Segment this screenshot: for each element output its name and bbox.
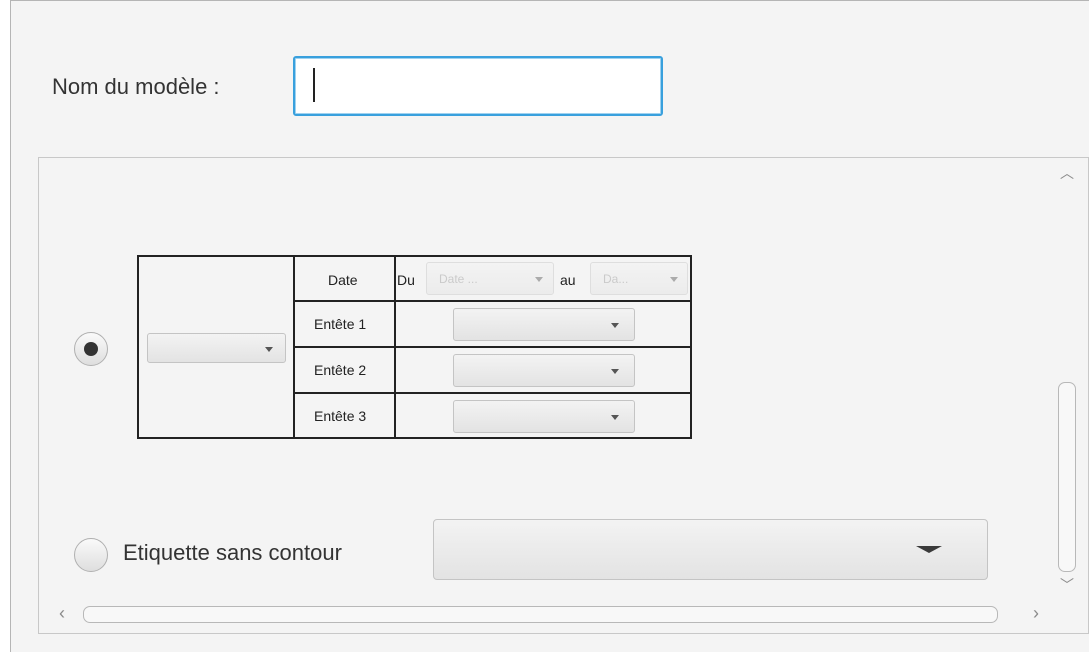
chevron-down-icon — [611, 415, 619, 420]
template-table: Date Du Date ... au Da... Entête 1 Entêt… — [137, 255, 692, 439]
chevron-down-icon — [916, 546, 942, 553]
row-header-1: Entête 1 — [314, 316, 367, 332]
date-to-placeholder: Da... — [603, 272, 629, 286]
scroll-up-icon[interactable]: ︿ — [1060, 166, 1074, 180]
chevron-down-icon — [611, 369, 619, 374]
label-no-border-text: Etiquette sans contour — [123, 540, 342, 565]
date-from-placeholder: Date ... — [439, 272, 478, 286]
date-to-picker[interactable]: Da... — [590, 262, 688, 295]
radio-table-template[interactable] — [74, 332, 108, 366]
vertical-scrollbar[interactable]: ︿ ﹀ — [1052, 158, 1082, 600]
horizontal-scroll-thumb[interactable] — [83, 606, 998, 623]
chevron-down-icon — [670, 277, 678, 282]
model-name-label: Nom du modèle : — [52, 74, 220, 99]
horizontal-scrollbar[interactable]: ‹ › — [39, 600, 1052, 630]
vertical-scroll-thumb[interactable] — [1058, 382, 1076, 572]
table-divider — [293, 392, 690, 394]
row-2-combobox[interactable] — [453, 354, 635, 387]
text-cursor — [313, 68, 315, 102]
chevron-down-icon — [535, 277, 543, 282]
chevron-down-icon — [265, 347, 273, 352]
table-left-combobox[interactable] — [147, 333, 286, 363]
scroll-down-icon[interactable]: ﹀ — [1060, 578, 1074, 592]
table-divider — [293, 300, 690, 302]
date-to-label: au — [560, 272, 576, 288]
model-name-input[interactable] — [293, 56, 663, 116]
row-header-3: Entête 3 — [314, 408, 367, 424]
chevron-down-icon — [611, 323, 619, 328]
scroll-right-icon[interactable]: › — [1033, 604, 1039, 622]
radio-selected-dot — [84, 342, 98, 356]
row-1-combobox[interactable] — [453, 308, 635, 341]
scroll-left-icon[interactable]: ‹ — [59, 604, 65, 622]
radio-label-no-border[interactable] — [74, 538, 108, 572]
date-from-picker[interactable]: Date ... — [426, 262, 554, 295]
label-style-combobox[interactable] — [433, 519, 988, 580]
row-3-combobox[interactable] — [453, 400, 635, 433]
row-header-date: Date — [328, 272, 358, 288]
row-header-2: Entête 2 — [314, 362, 367, 378]
table-divider — [293, 346, 690, 348]
date-from-label: Du — [397, 272, 415, 288]
